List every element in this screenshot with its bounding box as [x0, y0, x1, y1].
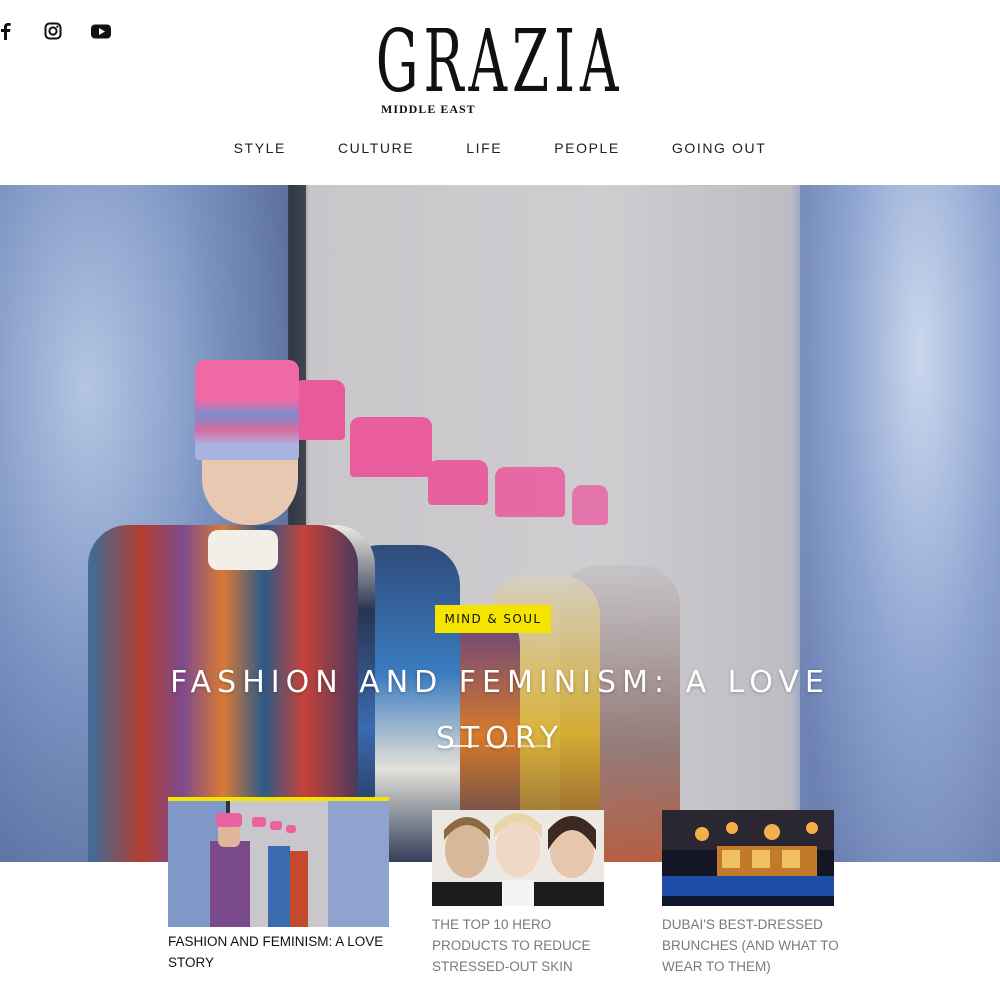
article-thumbnail[interactable]: [662, 810, 834, 906]
article-title[interactable]: FASHION AND FEMINISM: A LOVE STORY: [168, 931, 398, 973]
slider-dot-2[interactable]: [485, 745, 515, 747]
nav-item-life[interactable]: LIFE: [440, 140, 528, 156]
article-thumbnail[interactable]: [432, 810, 604, 906]
hero-title-line-2: STORY: [435, 721, 565, 756]
hero-title[interactable]: FASHION AND FEMINISM: A LOVE STORY: [0, 655, 1000, 767]
article-title[interactable]: DUBAI'S BEST-DRESSED BRUNCHES (AND WHAT …: [662, 914, 842, 977]
slider-dot-1[interactable]: [449, 745, 479, 747]
site-logo[interactable]: GRAZIA MIDDLE EAST: [0, 12, 1000, 116]
slider-dot-3[interactable]: [521, 745, 551, 747]
nav-item-going-out[interactable]: GOING OUT: [646, 140, 793, 156]
logo-wordmark: GRAZIA: [376, 12, 624, 112]
article-title[interactable]: THE TOP 10 HERO PRODUCTS TO REDUCE STRES…: [432, 914, 612, 977]
nav-item-style[interactable]: STYLE: [208, 140, 312, 156]
article-thumbnail[interactable]: [168, 797, 389, 927]
nav-item-people[interactable]: PEOPLE: [528, 140, 646, 156]
hero-title-line-1: FASHION AND FEMINISM: A LOVE: [170, 665, 830, 700]
hero-banner[interactable]: FASHION AND FEMINISM: A LOVE STORY MIND …: [0, 185, 1000, 862]
slider-dots: [449, 745, 551, 747]
nav-item-culture[interactable]: CULTURE: [312, 140, 440, 156]
category-badge[interactable]: MIND & SOUL: [435, 605, 551, 633]
main-nav: STYLE CULTURE LIFE PEOPLE GOING OUT: [0, 140, 1000, 156]
logo-region: MIDDLE EAST: [381, 102, 476, 116]
